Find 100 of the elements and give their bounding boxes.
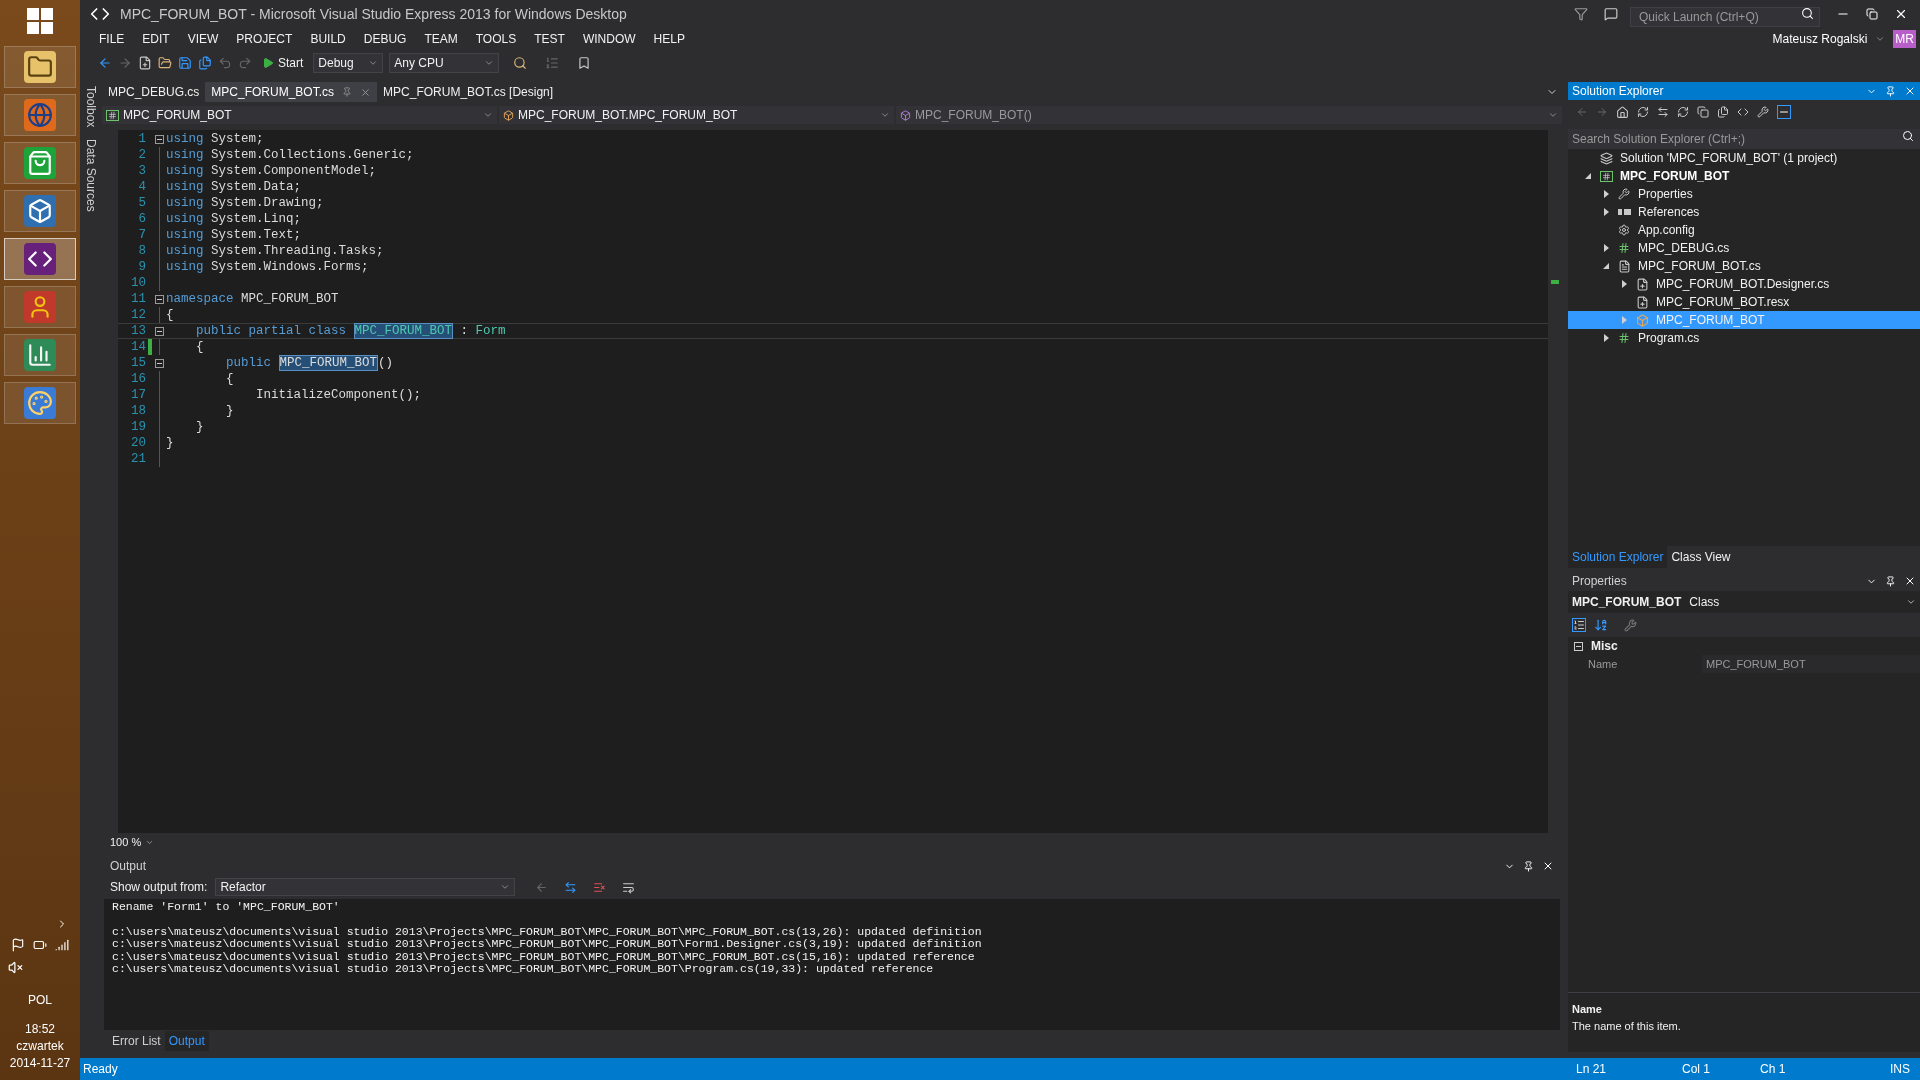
show-all-files-icon[interactable] [1717,106,1729,118]
taskbar-button[interactable] [4,334,76,376]
collapsed-arrow-icon[interactable] [1603,208,1609,216]
back-icon[interactable] [98,56,112,70]
wrench-icon[interactable] [1757,106,1769,118]
category-toggle-icon[interactable] [1574,641,1583,651]
windows-logo-icon[interactable] [27,8,53,34]
collapse-icon[interactable] [154,358,164,368]
taskbar-button[interactable] [4,142,76,184]
collapse-icon[interactable] [154,326,164,336]
signal-icon[interactable] [55,938,69,952]
pin-icon[interactable] [1885,575,1896,587]
member-dropdown[interactable]: MPC_FORUM_BOT() [896,106,1562,124]
wrench-icon[interactable] [1624,618,1637,632]
sync-icon[interactable] [1657,106,1669,118]
pending-changes-icon[interactable] [1637,106,1649,118]
type-dropdown[interactable]: MPC_FORUM_BOT.MPC_FORUM_BOT [499,106,894,124]
tree-item[interactable]: App.config [1568,221,1920,239]
taskbar-button[interactable] [4,286,76,328]
menu-item[interactable]: WINDOW [573,30,645,48]
output-source-dropdown[interactable]: Refactor [215,878,516,896]
collapsed-arrow-icon[interactable] [1603,190,1609,198]
menu-item[interactable]: TEST [525,30,574,48]
tree-item[interactable]: MPC_FORUM_BOT.cs [1568,257,1920,275]
close-icon[interactable] [1542,860,1554,872]
object-selector[interactable]: MPC_FORUM_BOT Class [1568,591,1920,613]
collapse-icon[interactable] [154,134,164,144]
menu-item[interactable]: EDIT [133,30,179,48]
save-icon[interactable] [178,56,192,70]
collapse-icon[interactable] [154,294,164,304]
filter-icon[interactable] [1574,7,1588,21]
tree-item[interactable]: MPC_FORUM_BOT.resx [1568,293,1920,311]
new-project-icon[interactable] [138,56,152,70]
tree-item[interactable]: MPC_FORUM_BOT.Designer.cs [1568,275,1920,293]
feedback-icon[interactable] [1604,7,1618,21]
document-tab[interactable]: MPC_FORUM_BOT.cs [Design] [377,82,560,102]
collapsed-arrow-icon[interactable] [1621,280,1627,288]
tree-item[interactable]: Program.cs [1568,329,1920,347]
find-icon[interactable] [513,56,528,70]
language-indicator[interactable]: POL [28,991,52,1009]
platform-dropdown[interactable]: Any CPU [389,53,500,73]
clear-all-icon[interactable] [593,880,607,894]
close-icon[interactable] [1904,575,1916,587]
menu-item[interactable]: VIEW [178,30,228,48]
document-tab[interactable]: MPC_DEBUG.cs [102,82,206,102]
user-avatar[interactable]: MR [1893,30,1916,48]
menu-item[interactable]: TEAM [415,30,467,48]
expanded-arrow-icon[interactable] [1585,173,1591,179]
panel-tab[interactable]: Class View [1667,546,1735,568]
previous-message-icon[interactable] [535,880,549,894]
mute-icon[interactable] [8,960,23,975]
menu-item[interactable]: FILE [90,30,134,48]
flag-icon[interactable] [11,938,25,952]
battery-icon[interactable] [33,938,47,952]
close-icon[interactable] [1894,7,1908,21]
menu-item[interactable]: HELP [644,30,694,48]
panel-tab[interactable]: Error List [108,1031,165,1051]
configuration-dropdown[interactable]: Debug [313,53,384,73]
taskbar-button[interactable] [4,190,76,232]
menu-item[interactable]: PROJECT [227,30,302,48]
preview-icon[interactable] [1777,105,1791,119]
taskbar-button[interactable] [4,238,76,280]
redo-icon[interactable] [238,56,252,70]
navigate-icon[interactable] [564,880,578,894]
taskbar-button[interactable] [4,46,76,88]
side-tab[interactable]: Toolbox [82,86,100,128]
bookmark-icon[interactable] [577,56,592,70]
word-wrap-icon[interactable] [622,880,636,894]
tree-item[interactable]: MPC_DEBUG.cs [1568,239,1920,257]
categorized-icon[interactable] [1572,618,1586,632]
tree-item[interactable]: Solution 'MPC_FORUM_BOT' (1 project) [1568,149,1920,167]
property-value[interactable]: MPC_FORUM_BOT [1702,655,1920,673]
tree-item[interactable]: References [1568,203,1920,221]
project-dropdown[interactable]: MPC_FORUM_BOT [102,106,497,124]
restore-icon[interactable] [1866,8,1878,20]
collapsed-arrow-icon[interactable] [1603,244,1609,252]
tree-item[interactable]: Properties [1568,185,1920,203]
tree-item[interactable]: MPC_FORUM_BOT [1568,167,1920,185]
expanded-arrow-icon[interactable] [1603,263,1609,269]
menu-item[interactable]: TOOLS [466,30,526,48]
side-tab[interactable]: Data Sources [82,139,100,213]
code-icon[interactable] [1737,106,1749,118]
taskbar-button[interactable] [4,382,76,424]
panel-tab[interactable]: Solution Explorer [1568,546,1668,568]
menu-item[interactable]: BUILD [301,30,355,48]
collapse-all-icon[interactable] [1697,106,1709,118]
alphabetical-icon[interactable] [1594,618,1608,632]
start-button[interactable]: Start [258,54,308,72]
taskbar-button[interactable] [4,94,76,136]
quick-launch-field[interactable]: Quick Launch (Ctrl+Q) [1630,7,1820,27]
pin-icon[interactable] [1523,860,1534,872]
search-field[interactable]: Search Solution Explorer (Ctrl+;) [1568,129,1920,149]
panel-tab[interactable]: Output [164,1031,209,1051]
caret-icon[interactable] [1875,34,1886,44]
zoom-level[interactable]: 100 % [110,833,142,851]
refresh-icon[interactable] [1677,106,1689,118]
home-icon[interactable] [1616,105,1629,119]
user-name[interactable]: Mateusz Rogalski [1772,30,1868,48]
save-all-icon[interactable] [198,56,212,70]
collapsed-arrow-icon[interactable] [1603,334,1609,342]
